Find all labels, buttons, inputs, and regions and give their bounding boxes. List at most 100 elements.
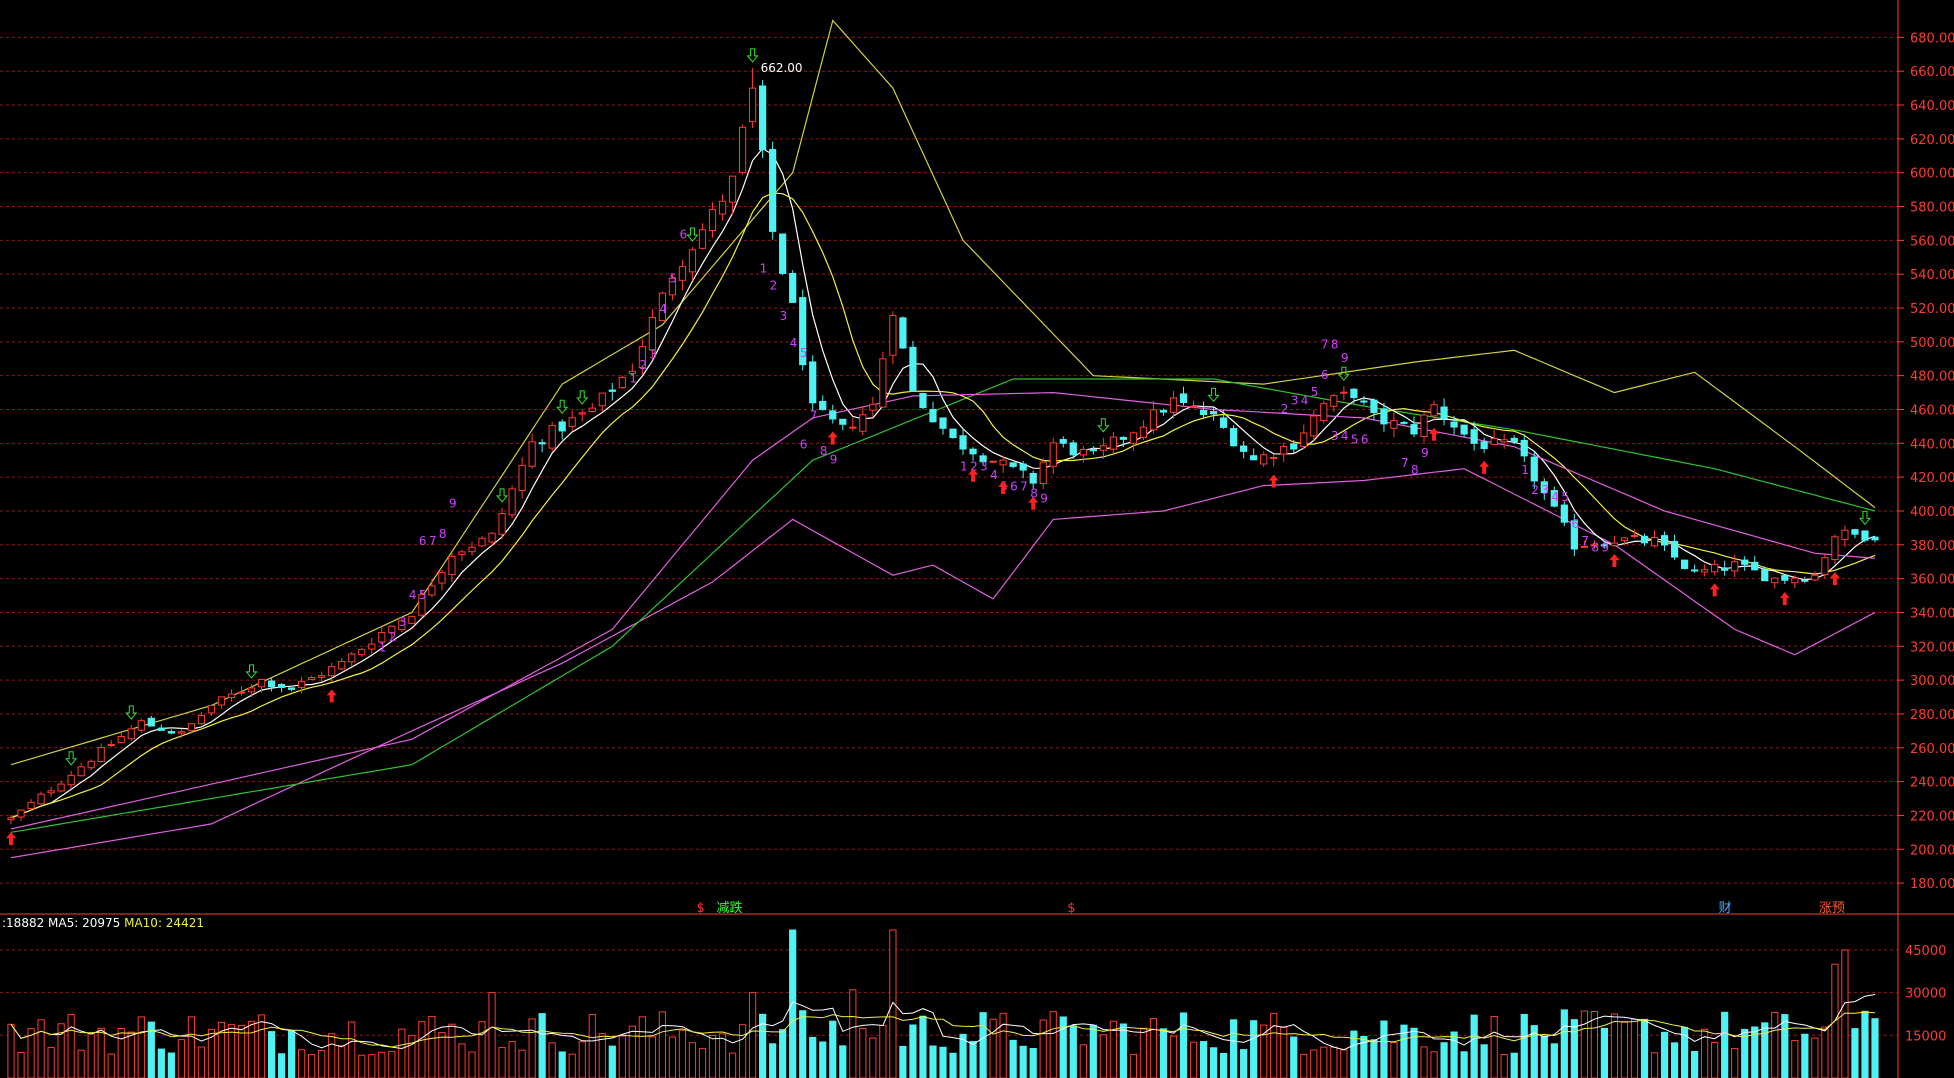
volume-bar: [1510, 1052, 1518, 1078]
candle-body: [1039, 461, 1047, 484]
candle-body: [57, 783, 65, 792]
volume-bar: [318, 1049, 326, 1078]
price-tick-label: 280.00: [1910, 708, 1954, 723]
volume-bar: [688, 1042, 697, 1078]
candlestick-chart[interactable]: 680.00 660.00 640.00 620.00 600.00 580.00 560.…: [0, 0, 1954, 1078]
candle-body: [478, 537, 486, 547]
volume-axis: 45000 30000 15000: [0, 944, 1946, 1044]
candle-body: [779, 233, 787, 274]
volume-bar: [1009, 1039, 1017, 1078]
volume-bar: [1420, 1046, 1428, 1078]
volume-bar: [1089, 1024, 1097, 1078]
candle-body: [1680, 559, 1689, 569]
candle-body: [1330, 395, 1338, 407]
volume-bar: [628, 1025, 636, 1078]
price-tick-label: 320.00: [1910, 640, 1954, 655]
candle-body: [568, 417, 576, 427]
volume-bar: [1390, 1042, 1398, 1078]
candle-body: [1781, 575, 1789, 581]
candle-body: [227, 693, 236, 698]
sequence-number: 2: [1531, 483, 1539, 497]
sequence-number: 5: [419, 588, 427, 602]
sequence-number: 3: [1541, 483, 1549, 497]
sell-arrow-icon: [245, 664, 258, 679]
volume-bar: [428, 1015, 436, 1078]
candle-body: [578, 412, 586, 415]
candle-body: [1159, 410, 1168, 413]
volume-bar: [1670, 1042, 1679, 1078]
price-tick-label: 640.00: [1910, 99, 1954, 114]
sell-arrow-icon: [576, 390, 589, 405]
candle-body: [1290, 443, 1298, 450]
sequence-number: 9: [1421, 446, 1429, 460]
volume-bar: [298, 1049, 306, 1078]
candle-body: [97, 746, 105, 762]
candle-body: [1209, 411, 1218, 415]
candle-body: [518, 464, 526, 491]
candle-body: [1811, 574, 1819, 581]
candle-body: [368, 643, 376, 650]
candle-body: [969, 448, 977, 455]
event-tag: 财: [1719, 901, 1732, 916]
candle-body: [939, 417, 947, 429]
volume-bar: [1851, 1028, 1859, 1078]
volume-bar: [107, 1053, 115, 1078]
candle-body: [237, 691, 246, 694]
volume-bar: [658, 1011, 667, 1078]
volume-bar: [7, 1023, 15, 1078]
candle-body: [468, 546, 476, 553]
volume-bar: [157, 1048, 165, 1078]
price-tick-label: 420.00: [1910, 471, 1954, 486]
volume-bar: [1811, 1037, 1819, 1078]
volume-tick-label: 30000: [1905, 987, 1946, 1002]
volume-bar: [458, 1043, 466, 1078]
sequence-number: 6: [1010, 480, 1018, 494]
candle-body: [1099, 445, 1107, 451]
volume-bar: [869, 1037, 877, 1078]
candle-body: [77, 766, 85, 777]
candle-body: [1510, 437, 1518, 443]
candle-body: [548, 425, 556, 449]
volume-bar: [819, 1041, 827, 1078]
candle-body: [759, 85, 767, 151]
price-tick-label: 180.00: [1910, 877, 1954, 892]
sequence-number: 5: [800, 346, 808, 360]
candle-body: [27, 801, 35, 810]
volume-bar: [769, 1043, 777, 1078]
sequence-number: 2: [639, 358, 647, 372]
sequence-number: 3: [780, 309, 788, 323]
volume-bar: [548, 1042, 556, 1078]
volume-bar: [1650, 1052, 1659, 1078]
candle-body: [949, 428, 957, 439]
volume-tick-label: 15000: [1905, 1029, 1946, 1044]
ma-trend-line: [10, 391, 1876, 830]
volume-bar: [1240, 1049, 1248, 1078]
sequence-number: 1: [960, 459, 968, 473]
volume-bar: [1290, 1036, 1298, 1078]
candle-body: [1089, 449, 1097, 452]
price-tick-label: 620.00: [1910, 133, 1954, 148]
volume-bar: [358, 1054, 366, 1078]
candle-body: [1360, 400, 1368, 403]
volume-bar: [338, 1045, 346, 1078]
buy-arrow-icon: [827, 431, 838, 445]
sequence-number: 3: [399, 615, 407, 629]
candle-body: [1350, 388, 1358, 399]
volume-bar: [939, 1046, 947, 1078]
volume-bar: [1660, 1031, 1669, 1078]
candle-body: [177, 731, 185, 734]
candle-body: [458, 551, 466, 556]
candle-body: [829, 410, 837, 420]
candle-body: [277, 684, 286, 688]
candle-body: [1129, 432, 1138, 444]
volume-bar: [348, 1021, 356, 1078]
sequence-number: 6: [800, 437, 808, 451]
candle-body: [197, 715, 206, 725]
volume-bar: [889, 929, 897, 1078]
candle-body: [879, 358, 887, 408]
volume-bar: [588, 1013, 596, 1078]
candle-body: [1250, 455, 1258, 461]
price-tick-label: 200.00: [1910, 843, 1954, 858]
volume-bar: [177, 1039, 185, 1078]
sequence-number: 7: [1321, 338, 1329, 352]
